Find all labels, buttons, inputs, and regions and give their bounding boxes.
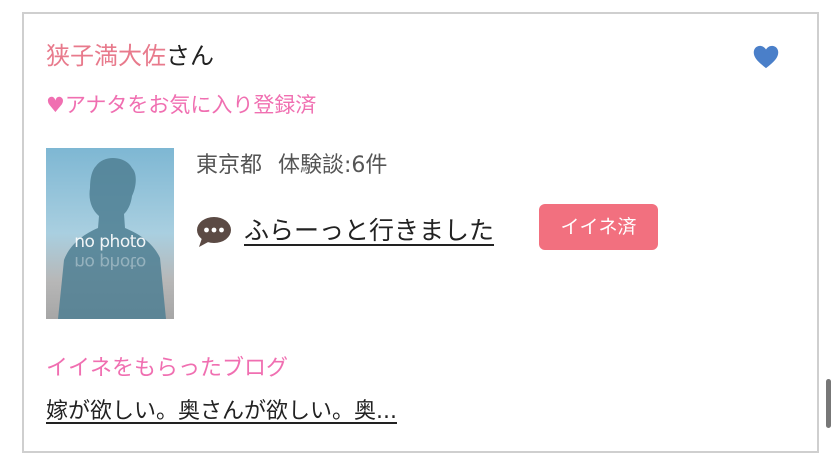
profile-info: 東京都 体験談:6件 (196, 150, 387, 182)
user-name-suffix: さん (166, 42, 214, 70)
user-name-line: 狭子満大佐さん (46, 40, 214, 72)
like-badge[interactable]: イイネ済 (539, 204, 658, 250)
speech-bubble-icon (197, 217, 231, 247)
no-photo-label: no photo (74, 232, 146, 252)
user-name[interactable]: 狭子満大佐 (46, 42, 166, 70)
liked-blog-link[interactable]: 嫁が欲しい。奥さんが欲しい。奥... (46, 396, 397, 428)
favorite-status: ♥アナタをお気に入り登録済 (46, 93, 317, 117)
review-count: 体験談:6件 (278, 153, 388, 178)
heart-icon[interactable] (752, 43, 780, 71)
liked-blog-heading: イイネをもらったブログ (46, 356, 289, 381)
user-card: 狭子満大佐さん ♥アナタをお気に入り登録済 no photo no photo … (22, 12, 819, 453)
avatar[interactable]: no photo no photo (46, 148, 174, 319)
scrollbar[interactable] (826, 379, 831, 428)
review-title-link[interactable]: ふらーっと行きました (244, 212, 494, 250)
location: 東京都 (196, 153, 263, 178)
no-photo-reflection: no photo (74, 252, 146, 272)
